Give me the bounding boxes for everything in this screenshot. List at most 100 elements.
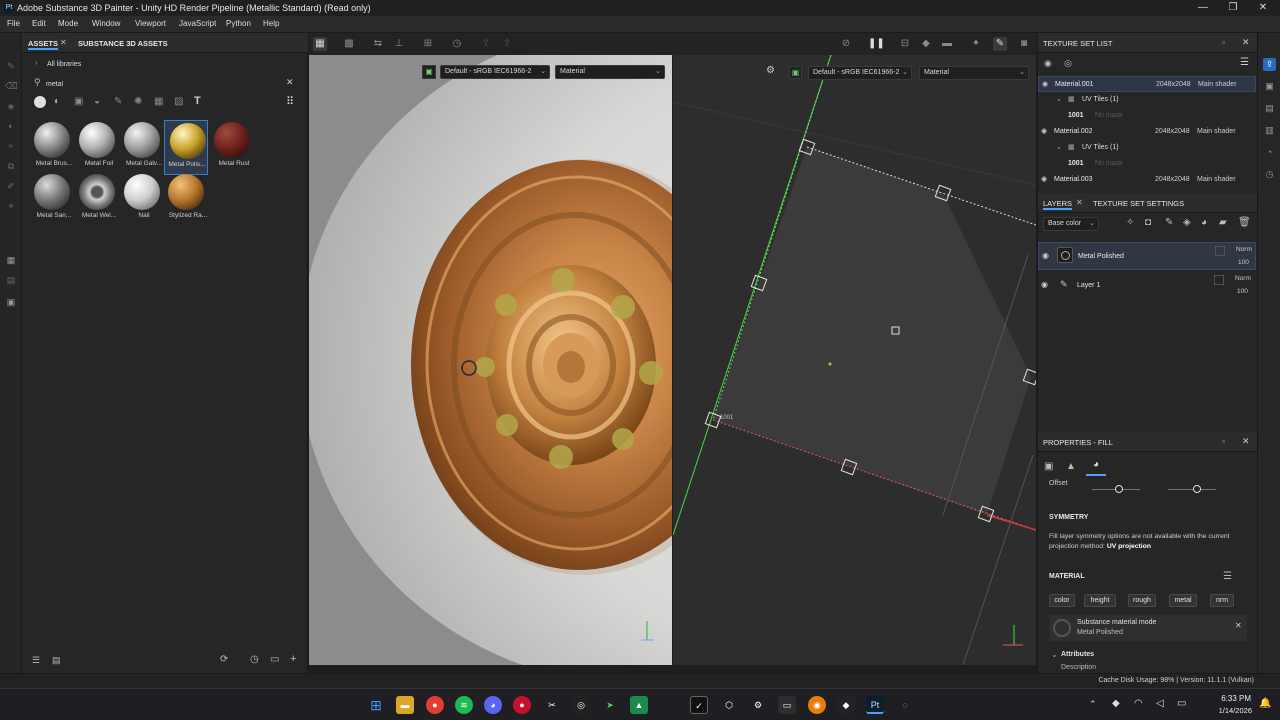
swap-views-icon[interactable]: ⇆ bbox=[371, 37, 385, 51]
terminal-icon[interactable]: ▭ bbox=[778, 696, 796, 714]
effects-icon[interactable]: ✧ bbox=[1126, 217, 1134, 228]
layer-row[interactable]: ◉ ✎ Layer 1 Norm 100 bbox=[1038, 272, 1256, 300]
channel-dropdown[interactable]: Base color ⌄ bbox=[1043, 217, 1099, 231]
channel-chip-rough[interactable]: rough bbox=[1128, 594, 1156, 607]
channel-chip-height[interactable]: height bbox=[1084, 594, 1116, 607]
uv-tiles-row[interactable]: ⌄ ▦ UV Tiles (1) bbox=[1038, 92, 1256, 108]
refresh-icon[interactable]: ⟳ bbox=[220, 654, 228, 665]
filter-environments-icon[interactable]: ▨ bbox=[174, 96, 183, 107]
asset-metal-sand[interactable]: Metal San... bbox=[30, 174, 71, 226]
tray-app-icon[interactable]: ◆ bbox=[1112, 698, 1120, 709]
close-panel-icon[interactable]: ✕ bbox=[1242, 436, 1250, 447]
uv-tiles-row[interactable]: ⌄ ▦ UV Tiles (1) bbox=[1038, 140, 1256, 156]
eye-outline-icon[interactable]: ◎ bbox=[1064, 58, 1072, 69]
remove-material-icon[interactable]: ✕ bbox=[1235, 621, 1242, 630]
fill-layer-icon[interactable]: ◈ bbox=[1183, 217, 1191, 228]
close-panel-icon[interactable]: ✕ bbox=[1242, 37, 1250, 48]
menu-window[interactable]: Window bbox=[92, 19, 120, 28]
blend-mode[interactable]: Norm bbox=[1235, 275, 1251, 282]
texture-set-icon[interactable]: ▤ bbox=[1263, 102, 1276, 115]
asset-metal-weld[interactable]: Metal Wel... bbox=[75, 174, 116, 226]
asset-stylized-rust[interactable]: Stylized Ra... bbox=[164, 174, 207, 226]
paint-brush-icon[interactable]: ✎ bbox=[5, 61, 17, 71]
cube-icon[interactable]: ◆ bbox=[919, 37, 933, 51]
substance-material-mode[interactable]: Substance material mode Metal Polished ✕ bbox=[1049, 615, 1247, 641]
history-icon[interactable]: ◷ bbox=[1263, 168, 1276, 181]
chrome-icon[interactable]: ● bbox=[426, 696, 444, 714]
asset-metal-rust[interactable]: Metal Rust bbox=[210, 122, 250, 174]
align-icon[interactable]: ⊥ bbox=[392, 37, 406, 51]
uv-view-icon[interactable]: ⊟ bbox=[898, 37, 912, 51]
start-icon[interactable]: ⊞ bbox=[367, 696, 385, 714]
channel-dropdown-3d[interactable]: Material ⌄ bbox=[555, 65, 665, 79]
menu-python[interactable]: Python bbox=[226, 19, 251, 28]
filter-smart-materials-icon[interactable]: ◐ bbox=[54, 96, 60, 107]
menu-javascript[interactable]: JavaScript bbox=[179, 19, 216, 28]
filter-text-icon[interactable]: T bbox=[194, 95, 201, 107]
material-picker-icon[interactable]: ⌖ bbox=[5, 201, 17, 211]
spotify-icon[interactable]: ≋ bbox=[455, 696, 473, 714]
texture-set-row[interactable]: ◉ Material.001 2048x2048 Main shader bbox=[1038, 76, 1256, 92]
visibility-eye-icon[interactable]: ◉ bbox=[1041, 175, 1047, 183]
file-explorer-icon[interactable]: ▬ bbox=[396, 696, 414, 714]
shader-settings-icon[interactable]: ▥ bbox=[1263, 124, 1276, 137]
close-tab-icon[interactable]: ✕ bbox=[60, 38, 67, 47]
projection-icon[interactable]: ◈ bbox=[5, 101, 17, 111]
channel-chip-color[interactable]: color bbox=[1049, 594, 1075, 607]
discord-icon[interactable]: ◕ bbox=[484, 696, 502, 714]
texture-set-shader[interactable]: Main shader bbox=[1197, 128, 1236, 135]
filter-brushes-icon[interactable]: ✎ bbox=[114, 96, 122, 107]
eraser-icon[interactable]: ⌫ bbox=[5, 81, 18, 91]
menu-edit[interactable]: Edit bbox=[32, 19, 46, 28]
viewer-settings-icon[interactable]: ◔ bbox=[1263, 146, 1276, 159]
folder-icon[interactable]: ▰ bbox=[1219, 217, 1227, 228]
filter-particles-icon[interactable]: ✺ bbox=[134, 96, 142, 107]
clear-search-icon[interactable]: ✕ bbox=[286, 77, 294, 88]
uv-tile-row[interactable]: 1001 No mask bbox=[1038, 108, 1256, 124]
camera-icon[interactable]: ▣ bbox=[5, 297, 17, 307]
smart-material-icon[interactable]: ◕ bbox=[1201, 217, 1207, 228]
substance-painter-icon[interactable]: Pt bbox=[866, 696, 884, 714]
chevron-right-icon[interactable]: › bbox=[35, 60, 37, 67]
clone-icon[interactable]: ⧉ bbox=[5, 161, 17, 171]
camera-icon[interactable]: ▬ bbox=[940, 37, 954, 51]
menu-viewport[interactable]: Viewport bbox=[135, 19, 166, 28]
filter-masks-icon[interactable]: ▣ bbox=[74, 96, 83, 107]
tab-substance-assets[interactable]: SUBSTANCE 3D ASSETS bbox=[78, 39, 168, 48]
display-settings-icon[interactable]: ▣ bbox=[422, 65, 436, 79]
menu-help[interactable]: Help bbox=[263, 19, 279, 28]
notifications-icon[interactable]: 🔔 bbox=[1259, 698, 1271, 709]
projection-icon[interactable]: ▲ bbox=[1066, 461, 1076, 472]
float-panel-icon[interactable]: ▫ bbox=[1222, 38, 1225, 47]
close-button[interactable]: ✕ bbox=[1248, 1, 1278, 15]
display-settings-icon[interactable]: ▣ bbox=[1263, 80, 1276, 93]
details-view-icon[interactable]: ▤ bbox=[52, 655, 61, 666]
channel-chip-nrm[interactable]: nrm bbox=[1210, 594, 1234, 607]
view-tiles-icon[interactable]: ▩ bbox=[342, 37, 356, 51]
settings-icon[interactable]: ✦ bbox=[969, 37, 983, 51]
misc-app-icon[interactable]: ◌ bbox=[896, 696, 914, 714]
material-tab-icon[interactable]: ◕ bbox=[1086, 459, 1106, 476]
asset-nail[interactable]: Nail bbox=[120, 174, 160, 226]
offset-slider-y[interactable] bbox=[1168, 489, 1216, 490]
menu-mode[interactable]: Mode bbox=[58, 19, 78, 28]
blend-mode[interactable]: Norm bbox=[1236, 246, 1252, 253]
grid-view-icon[interactable]: ⠿ bbox=[286, 95, 294, 108]
layer-row[interactable]: ◉ Metal Polished Norm 100 bbox=[1038, 242, 1256, 270]
smudge-icon[interactable]: ≈ bbox=[5, 141, 17, 151]
delete-icon[interactable]: 🗑 bbox=[1238, 217, 1251, 228]
visibility-eye-icon[interactable]: ◉ bbox=[1041, 280, 1048, 289]
steam-icon[interactable]: ◎ bbox=[572, 696, 590, 714]
display-options-icon[interactable]: ⚙ bbox=[766, 65, 775, 76]
hide-icon[interactable]: ⊘ bbox=[839, 37, 853, 51]
brush-mode-icon[interactable]: ✎ bbox=[993, 37, 1007, 51]
notepad-icon[interactable]: ✓ bbox=[690, 696, 708, 714]
chevron-down-icon[interactable]: ⌄ bbox=[1051, 650, 1058, 659]
maximize-button[interactable]: ❐ bbox=[1218, 1, 1248, 15]
paint-layer-icon[interactable]: ✎ bbox=[1165, 217, 1173, 228]
fill-properties-icon[interactable]: ▣ bbox=[1044, 461, 1053, 472]
texture-set-row[interactable]: ◉ Material.003 2048x2048 Main shader bbox=[1038, 172, 1256, 188]
frame-icon[interactable]: ⊞ bbox=[421, 37, 435, 51]
new-folder-icon[interactable]: ▭ bbox=[270, 654, 279, 665]
minimize-button[interactable]: — bbox=[1188, 1, 1218, 15]
